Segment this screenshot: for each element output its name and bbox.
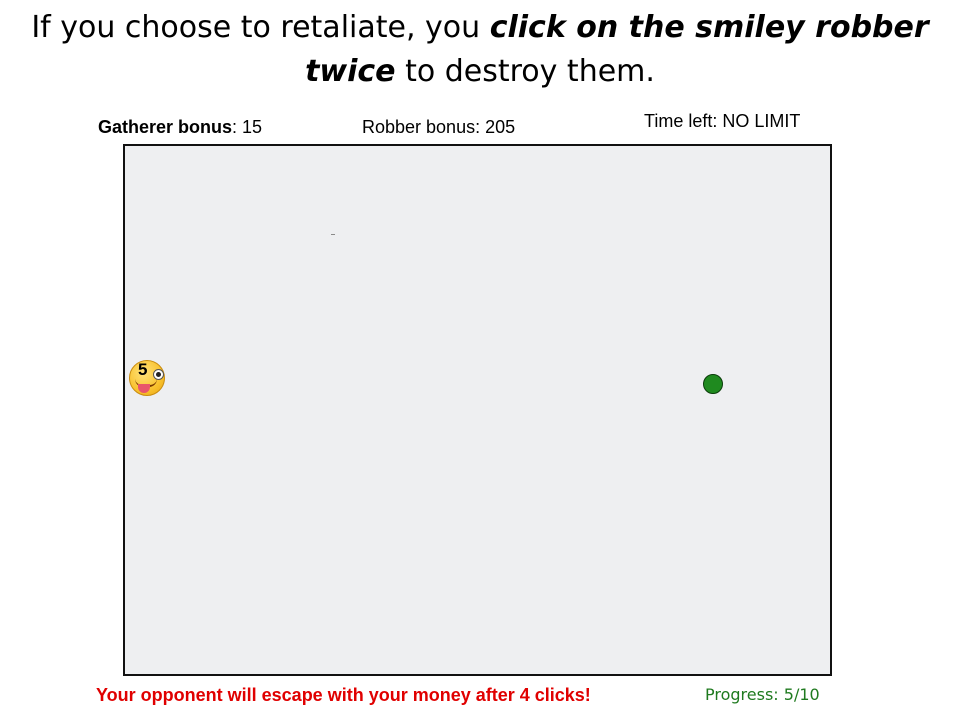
gatherer-bonus-value: : 15 bbox=[232, 117, 263, 137]
escape-warning: Your opponent will escape with your mone… bbox=[96, 685, 591, 705]
gatherer-dot[interactable] bbox=[703, 374, 723, 394]
robber-bonus: Robber bonus: 205 bbox=[362, 117, 516, 137]
instruction-text: If you choose to retaliate, you click on… bbox=[0, 6, 960, 94]
progress-indicator: Progress: 5/10 bbox=[705, 685, 820, 704]
instruction-tail: to destroy them. bbox=[395, 54, 655, 89]
instruction-lead: If you choose to retaliate, you bbox=[31, 10, 490, 45]
smiley-robber[interactable]: 5 bbox=[129, 360, 165, 396]
gatherer-bonus: Gatherer bonus: 15 bbox=[98, 116, 262, 138]
arena-speck bbox=[331, 234, 335, 235]
gatherer-bonus-label: Gatherer bonus bbox=[98, 117, 233, 137]
game-arena[interactable]: 5 bbox=[123, 144, 832, 676]
robber-hit-counter: 5 bbox=[138, 360, 148, 379]
time-left: Time left: NO LIMIT bbox=[644, 111, 801, 131]
